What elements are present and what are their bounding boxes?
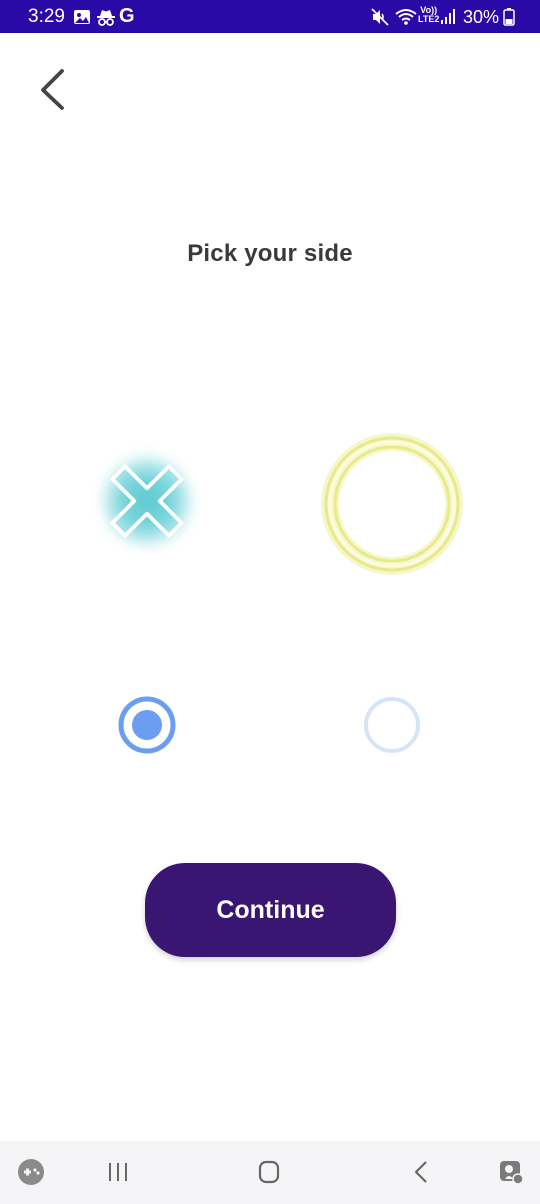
side-x-option[interactable] <box>88 442 206 560</box>
assistant-icon <box>500 1161 524 1185</box>
incognito-icon <box>97 10 115 26</box>
home-icon <box>258 1160 280 1184</box>
google-icon: G <box>119 5 135 27</box>
home-button[interactable] <box>252 1155 286 1189</box>
status-time: 3:29 <box>28 6 65 27</box>
side-o-option[interactable] <box>318 430 466 578</box>
radio-unchecked-icon <box>364 697 420 753</box>
radio-x-selected[interactable] <box>117 695 177 755</box>
o-ring-icon <box>321 433 463 575</box>
status-bar: 3:29 G Vo)) LTE2 30% <box>0 0 540 33</box>
battery-percent: 30% <box>463 7 500 27</box>
system-nav-bar <box>0 1141 540 1204</box>
nav-back-button[interactable] <box>404 1155 438 1189</box>
page-title: Pick your side <box>187 240 353 267</box>
battery-icon <box>503 8 515 26</box>
back-icon <box>414 1161 427 1183</box>
game-launcher-icon <box>18 1159 44 1185</box>
assistant-button[interactable] <box>494 1155 528 1189</box>
image-icon <box>74 10 90 24</box>
x-mark-icon <box>110 464 184 538</box>
game-launcher-button[interactable] <box>14 1155 48 1189</box>
radio-checked-icon <box>118 696 176 754</box>
mute-icon <box>371 8 389 26</box>
recents-button[interactable] <box>101 1155 135 1189</box>
back-arrow-icon <box>41 69 64 110</box>
wifi-icon <box>395 9 417 25</box>
volte-icon: Vo)) LTE2 <box>418 6 439 24</box>
signal-icon <box>441 9 455 24</box>
continue-button[interactable]: Continue <box>145 863 396 957</box>
radio-o-unselected[interactable] <box>362 695 422 755</box>
back-button[interactable] <box>28 62 80 114</box>
recents-icon <box>109 1163 127 1181</box>
network-bottom-label: LTE2 <box>418 14 440 24</box>
